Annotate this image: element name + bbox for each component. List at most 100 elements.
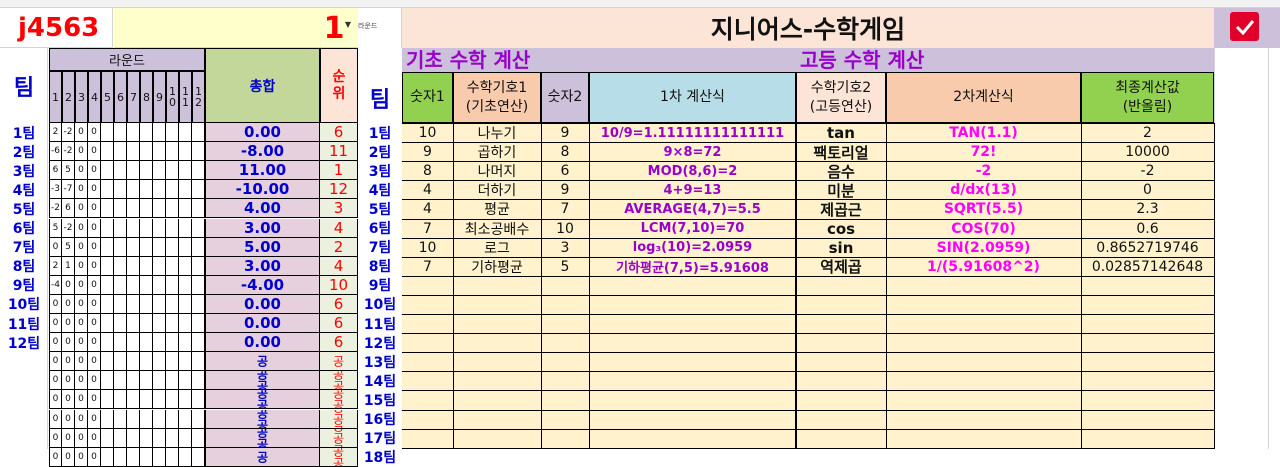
round-score-cell[interactable]: 6 [62,199,75,219]
round-score-cell[interactable]: 0 [75,237,88,257]
round-score-cell[interactable]: 2 [49,123,62,143]
round-score-cell[interactable] [179,161,192,181]
round-score-cell[interactable]: 0 [75,142,88,162]
round-score-cell[interactable]: 0 [75,256,88,276]
round-score-cell[interactable] [140,390,153,410]
round-score-cell[interactable] [166,180,179,200]
cell-calc2[interactable]: TAN(1.1) [887,124,1080,142]
round-score-cell[interactable] [166,333,179,353]
round-score-cell[interactable]: 0 [88,447,101,467]
round-score-cell[interactable]: 0 [75,314,88,334]
round-score-cell[interactable]: 0 [75,447,88,467]
cell-num2[interactable]: 5 [542,258,588,276]
round-score-cell[interactable] [166,352,179,372]
round-score-cell[interactable] [127,390,140,410]
cell-final[interactable]: 2.3 [1082,200,1213,218]
round-score-cell[interactable] [192,199,205,219]
round-score-cell[interactable] [140,314,153,334]
round-score-cell[interactable]: 0 [49,314,62,334]
round-score-cell[interactable]: 0 [62,447,75,467]
round-score-cell[interactable] [101,161,114,181]
round-score-cell[interactable] [114,275,127,295]
round-score-cell[interactable] [114,409,127,429]
round-score-cell[interactable] [179,352,192,372]
round-score-cell[interactable]: 5 [62,161,75,181]
round-score-cell[interactable] [114,142,127,162]
round-score-cell[interactable] [153,123,166,143]
round-score-cell[interactable] [166,314,179,334]
cell-calc1[interactable]: 10/9=1.11111111111111 [590,124,795,142]
round-score-cell[interactable] [101,294,114,314]
round-score-cell[interactable] [127,409,140,429]
cell-sym2[interactable]: 제곱근 [797,200,885,219]
cell-sym1[interactable]: 더하기 [454,181,540,199]
round-score-cell[interactable] [192,123,205,143]
round-score-cell[interactable] [101,123,114,143]
round-score-cell[interactable]: 0 [49,333,62,353]
round-score-cell[interactable] [192,161,205,181]
round-score-cell[interactable] [101,199,114,219]
round-score-cell[interactable]: 5 [49,218,62,238]
round-score-cell[interactable] [101,180,114,200]
round-score-cell[interactable] [192,428,205,448]
round-score-cell[interactable] [101,314,114,334]
round-score-cell[interactable] [101,371,114,391]
round-score-cell[interactable]: 0 [62,390,75,410]
cell-calc1[interactable]: MOD(8,6)=2 [590,162,795,180]
round-score-cell[interactable] [127,161,140,181]
cell-sym2[interactable]: sin [797,239,885,257]
round-score-cell[interactable] [114,314,127,334]
round-score-cell[interactable]: 0 [75,409,88,429]
round-score-cell[interactable] [114,390,127,410]
round-selector[interactable]: 1 [114,8,358,48]
round-score-cell[interactable] [140,447,153,467]
round-score-cell[interactable] [179,142,192,162]
cell-num2[interactable]: 6 [542,162,588,180]
cell-sym2[interactable]: 역제곱 [797,258,885,276]
round-score-cell[interactable] [153,161,166,181]
round-score-cell[interactable] [101,447,114,467]
round-score-cell[interactable] [153,314,166,334]
round-score-cell[interactable] [179,371,192,391]
round-score-cell[interactable] [127,447,140,467]
round-score-cell[interactable]: 0 [88,199,101,219]
cell-sym2[interactable]: cos [797,220,885,238]
cell-sym1[interactable]: 기하평균 [454,258,540,276]
cell-final[interactable]: 0.8652719746 [1082,239,1213,257]
round-score-cell[interactable] [192,447,205,467]
round-score-cell[interactable] [101,428,114,448]
round-score-cell[interactable] [127,371,140,391]
cell-num1[interactable]: 7 [403,258,452,276]
round-score-cell[interactable] [140,180,153,200]
cell-calc1[interactable]: 4+9=13 [590,181,795,199]
round-score-cell[interactable]: 1 [62,256,75,276]
round-score-cell[interactable] [166,237,179,257]
round-score-cell[interactable] [114,352,127,372]
round-score-cell[interactable] [114,237,127,257]
round-score-cell[interactable] [153,352,166,372]
round-score-cell[interactable] [114,447,127,467]
round-score-cell[interactable] [179,333,192,353]
round-score-cell[interactable] [101,218,114,238]
cell-num1[interactable]: 9 [403,143,452,161]
round-score-cell[interactable]: 0 [88,371,101,391]
round-score-cell[interactable] [140,142,153,162]
round-score-cell[interactable] [114,180,127,200]
round-score-cell[interactable]: 0 [88,294,101,314]
round-score-cell[interactable]: 0 [88,333,101,353]
cell-num1[interactable]: 8 [403,162,452,180]
round-score-cell[interactable] [153,371,166,391]
round-score-cell[interactable] [166,199,179,219]
round-score-cell[interactable] [179,390,192,410]
round-score-cell[interactable] [166,428,179,448]
round-score-cell[interactable] [127,237,140,257]
round-score-cell[interactable] [140,352,153,372]
round-score-cell[interactable] [179,294,192,314]
cell-calc1[interactable]: AVERAGE(4,7)=5.5 [590,200,795,218]
round-score-cell[interactable]: 0 [75,161,88,181]
round-score-cell[interactable] [166,256,179,276]
round-score-cell[interactable] [153,180,166,200]
cell-sym1[interactable]: 곱하기 [454,143,540,161]
round-score-cell[interactable]: 0 [75,199,88,219]
round-score-cell[interactable] [140,237,153,257]
